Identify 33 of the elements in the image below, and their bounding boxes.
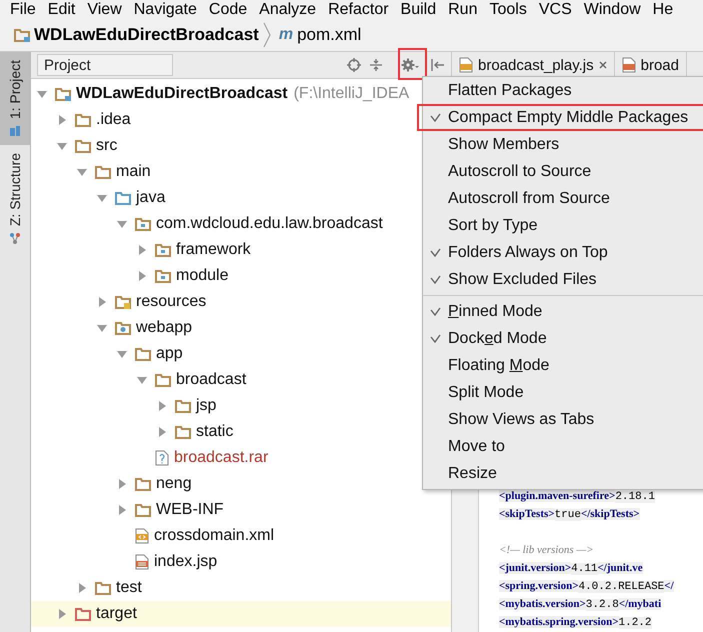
tree-item-label: broadcast <box>176 371 246 389</box>
tree-item-label: src <box>96 137 118 155</box>
code-line: <plugin.maven-surefire>2.18.1 <box>499 490 655 502</box>
tree-item-label: framework <box>176 241 251 259</box>
code-line: <skipTests>true</skipTests> <box>499 508 640 520</box>
tree-item-label: test <box>116 579 142 597</box>
tree-item-label: WDLawEduDirectBroadcast <box>76 85 288 103</box>
maven-icon: m <box>278 26 294 44</box>
editor-tab-label: broad <box>640 56 679 74</box>
project-path: (F:\IntelliJ_IDEA <box>294 85 410 103</box>
tree-item-label: .idea <box>96 111 131 129</box>
tree-item-label: app <box>156 345 183 363</box>
tree-item-label: jsp <box>196 397 216 415</box>
code-line: <junit.version>4.11</junit.ve <box>499 562 643 574</box>
tree-item-label: module <box>176 267 228 285</box>
tree-item-label: java <box>136 189 166 207</box>
view-selector-label: Project <box>44 56 92 74</box>
tree-item-label: com.wdcloud.edu.law.broadcast <box>156 215 383 233</box>
editor-tab-label: broadcast_play.js <box>478 56 594 74</box>
code-comment: <!— lib versions —> <box>499 544 594 556</box>
tree-item-label: webapp <box>136 319 192 337</box>
tree-item-label: broadcast.rar <box>174 449 268 467</box>
tree-item-label: WEB-INF <box>156 501 224 519</box>
code-line: <mybatis.spring.version>1.2.2 <box>499 616 652 628</box>
tree-item-label: crossdomain.xml <box>154 527 274 545</box>
tree-item-label: main <box>116 163 151 181</box>
tree-item-label: resources <box>136 293 206 311</box>
tree-item-label: static <box>196 423 234 441</box>
tree-item-label: neng <box>156 475 192 493</box>
code-line: <spring.version>4.0.2.RELEASE</ <box>499 580 674 592</box>
tree-item-label: target <box>96 605 137 623</box>
code-line: <mybatis.version>3.2.8</mybati <box>499 598 662 610</box>
tree-item-label: index.jsp <box>154 553 218 571</box>
